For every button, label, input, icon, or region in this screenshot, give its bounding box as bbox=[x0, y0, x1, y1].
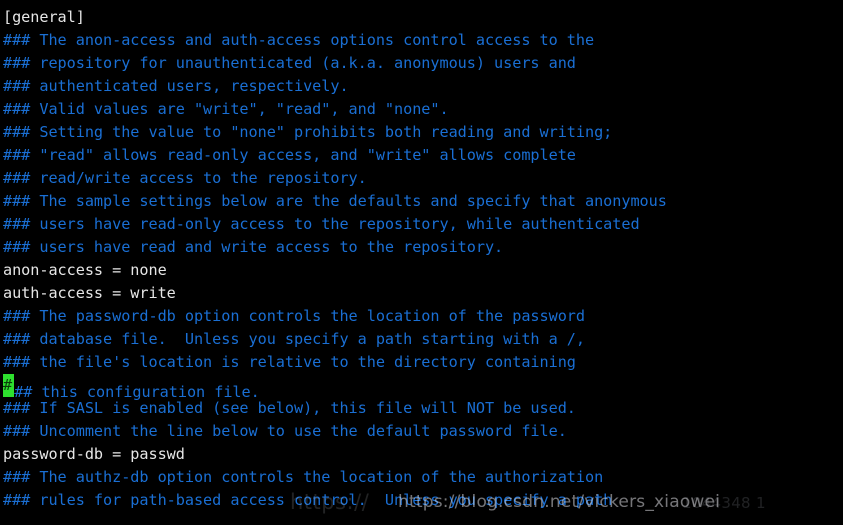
terminal-line: ### database file. Unless you specify a … bbox=[3, 330, 585, 348]
terminal-line-text: ## this configuration file. bbox=[14, 383, 260, 401]
terminal-line: ### The password-db option controls the … bbox=[3, 307, 585, 325]
terminal-window: [general] ### The anon-access and auth-ac… bbox=[0, 0, 843, 525]
terminal-line: ### users have read and write access to … bbox=[3, 238, 504, 256]
terminal-line: ### The anon-access and auth-access opti… bbox=[3, 31, 595, 49]
terminal-line: ### authenticated users, respectively. bbox=[3, 77, 349, 95]
terminal-line: ### Valid values are "write", "read", an… bbox=[3, 100, 449, 118]
terminal-line: ### The authz-db option controls the loc… bbox=[3, 468, 604, 486]
terminal-line: password-db = passwd bbox=[3, 445, 185, 463]
terminal-line: anon-access = none bbox=[3, 261, 167, 279]
terminal-line: [general] bbox=[3, 8, 85, 26]
terminal-line: ### rules for path-based access control.… bbox=[3, 491, 613, 509]
terminal-text-buffer[interactable]: [general] ### The anon-access and auth-ac… bbox=[3, 6, 843, 512]
terminal-line: ### Setting the value to "none" prohibit… bbox=[3, 123, 613, 141]
terminal-line: # ## this configuration file. bbox=[3, 374, 843, 401]
terminal-line: ### "read" allows read-only access, and … bbox=[3, 146, 576, 164]
terminal-line: ### the file's location is relative to t… bbox=[3, 353, 576, 371]
terminal-line: ### repository for unauthenticated (a.k.… bbox=[3, 54, 576, 72]
terminal-line: auth-access = write bbox=[3, 284, 176, 302]
text-cursor[interactable]: # bbox=[3, 374, 15, 397]
terminal-line: ### read/write access to the repository. bbox=[3, 169, 367, 187]
terminal-line: ### Uncomment the line below to use the … bbox=[3, 422, 567, 440]
terminal-line: ### The sample settings below are the de… bbox=[3, 192, 667, 210]
terminal-line: ### users have read-only access to the r… bbox=[3, 215, 640, 233]
